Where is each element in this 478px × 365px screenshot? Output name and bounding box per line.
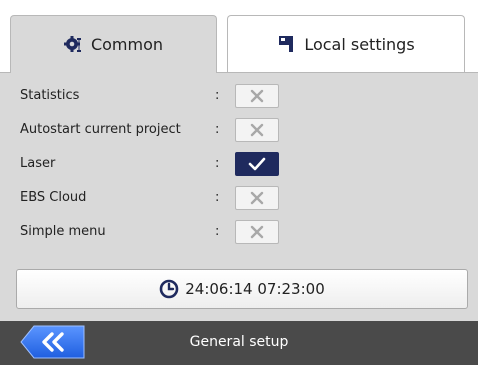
tab-common-label: Common — [90, 35, 164, 54]
setting-colon: : — [215, 190, 220, 205]
settings-panel: Statistics : Autostart current project :… — [0, 72, 478, 321]
footer-title: General setup — [189, 334, 289, 350]
setting-colon: : — [215, 122, 220, 137]
gears-icon — [63, 35, 81, 52]
setting-row-laser: Laser : — [0, 150, 478, 180]
setting-label: EBS Cloud — [20, 190, 87, 205]
setting-row-ebs-cloud: EBS Cloud : — [0, 184, 478, 214]
setting-colon: : — [215, 88, 220, 103]
setting-colon: : — [215, 156, 220, 171]
x-icon — [250, 191, 264, 205]
bottom-bar: General setup — [0, 321, 478, 365]
setting-label: Simple menu — [20, 224, 106, 239]
setting-label: Autostart current project — [20, 122, 181, 137]
clock-icon — [159, 279, 179, 299]
laser-checkbox[interactable] — [235, 152, 279, 176]
datetime-value: 24:06:14 07:23:00 — [185, 280, 325, 298]
autostart-checkbox[interactable] — [235, 118, 279, 142]
setting-row-autostart: Autostart current project : — [0, 116, 478, 146]
statistics-checkbox[interactable] — [235, 84, 279, 108]
setting-colon: : — [215, 224, 220, 239]
setting-row-simple-menu: Simple menu : — [0, 218, 478, 248]
tab-local-settings-label: Local settings — [304, 34, 415, 54]
tab-local-settings[interactable]: Local settings — [227, 15, 465, 72]
x-icon — [250, 225, 264, 239]
screen: Common Local settings Statistics : Autos… — [0, 0, 478, 365]
checkmark-icon — [248, 157, 266, 171]
simple-menu-checkbox[interactable] — [235, 220, 279, 244]
x-icon — [250, 123, 264, 137]
setting-row-statistics: Statistics : — [0, 82, 478, 112]
datetime-button[interactable]: 24:06:14 07:23:00 — [16, 269, 468, 309]
flag-icon — [279, 36, 294, 52]
ebs-cloud-checkbox[interactable] — [235, 186, 279, 210]
tab-common[interactable]: Common — [10, 15, 217, 73]
x-icon — [250, 89, 264, 103]
setting-label: Statistics — [20, 88, 80, 103]
setting-label: Laser — [20, 156, 56, 171]
